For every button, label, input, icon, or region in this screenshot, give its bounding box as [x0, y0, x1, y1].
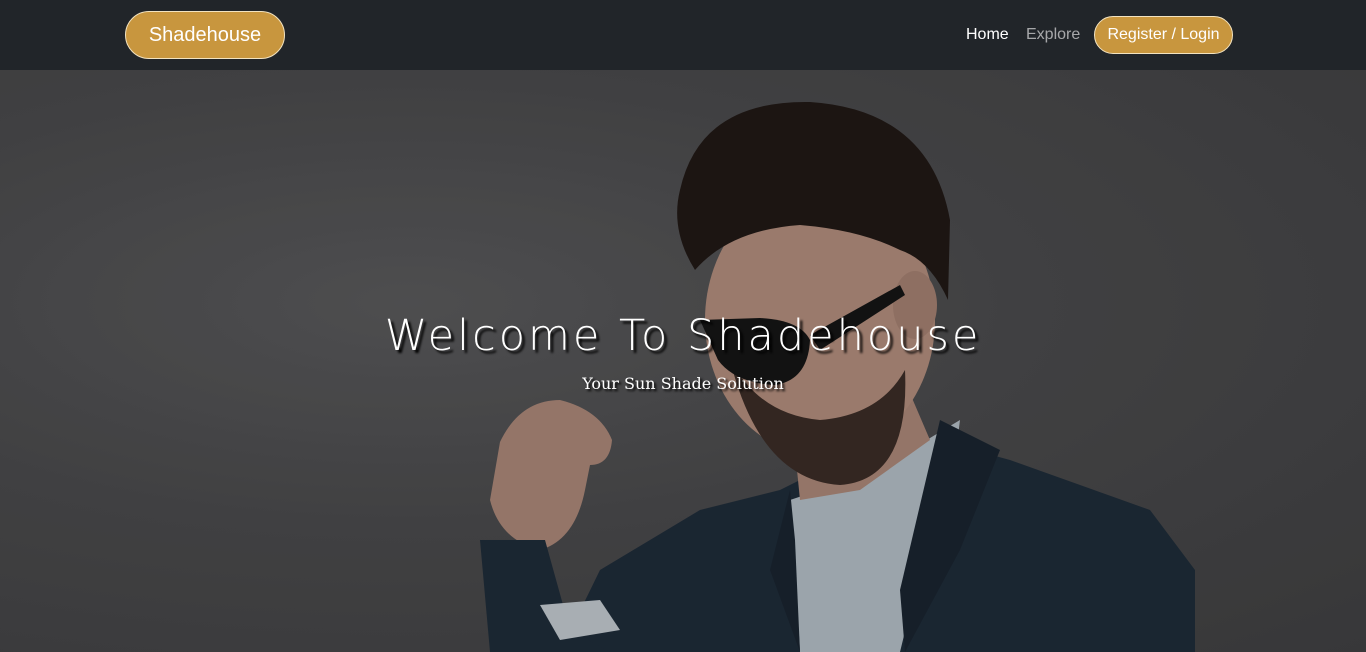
brand-logo-button[interactable]: Shadehouse [125, 11, 285, 59]
navbar: Shadehouse Home Explore Register / Login [0, 0, 1366, 70]
hero-subtitle: Your Sun Shade Solution [582, 374, 784, 393]
hero-title: Welcome To Shadehouse [384, 311, 982, 361]
hero-dark-overlay [0, 70, 1366, 652]
hero-section: Welcome To Shadehouse Your Sun Shade Sol… [0, 70, 1366, 652]
register-login-button[interactable]: Register / Login [1094, 16, 1233, 54]
nav-link-home[interactable]: Home [966, 24, 1009, 46]
nav-link-explore[interactable]: Explore [1026, 24, 1080, 46]
